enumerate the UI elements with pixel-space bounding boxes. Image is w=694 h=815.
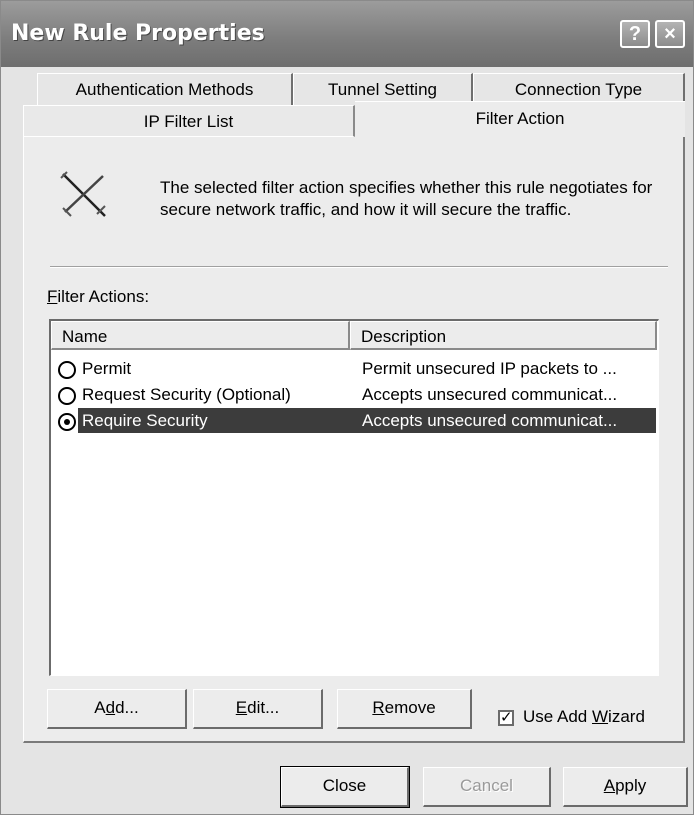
list-item-name: Require Security: [78, 408, 354, 433]
apply-button[interactable]: Apply: [563, 767, 688, 807]
list-item-require-security[interactable]: Require Security Accepts unsecured commu…: [56, 406, 656, 435]
tab-filter-action[interactable]: Filter Action: [355, 101, 685, 139]
column-header-name[interactable]: Name: [51, 321, 350, 350]
radio-permit[interactable]: [58, 361, 76, 379]
window-title: New Rule Properties: [11, 21, 265, 46]
remove-button[interactable]: Remove: [337, 689, 472, 729]
radio-request-security[interactable]: [58, 387, 76, 405]
list-item-description: Accepts unsecured communicat...: [362, 385, 618, 404]
filter-actions-label: Filter Actions:: [47, 287, 150, 306]
filter-actions-list[interactable]: Name Description Permit Permit unsecured…: [49, 319, 659, 676]
title-bar[interactable]: New Rule Properties ? ×: [1, 1, 693, 67]
list-item-name: Permit: [82, 359, 132, 378]
close-button[interactable]: Close: [280, 766, 410, 808]
list-item-permit[interactable]: Permit Permit unsecured IP packets to ..…: [56, 354, 656, 383]
filter-action-icon: [60, 171, 106, 217]
list-item-description: Accepts unsecured communicat...: [354, 408, 656, 433]
help-button[interactable]: ?: [620, 20, 650, 48]
new-rule-properties-dialog: New Rule Properties ? × Authentication M…: [0, 0, 694, 815]
cancel-button[interactable]: Cancel: [423, 767, 551, 807]
list-item-request-security[interactable]: Request Security (Optional) Accepts unse…: [56, 380, 656, 409]
tab-authentication-methods[interactable]: Authentication Methods: [37, 73, 293, 105]
filter-action-page: The selected filter action specifies whe…: [23, 137, 685, 743]
radio-require-security[interactable]: [58, 413, 76, 431]
close-window-button[interactable]: ×: [655, 20, 685, 48]
info-description: The selected filter action specifies whe…: [160, 178, 653, 219]
add-button[interactable]: Add...: [47, 689, 187, 729]
edit-button[interactable]: Edit...: [193, 689, 323, 729]
list-item-description: Permit unsecured IP packets to ...: [362, 359, 617, 378]
separator: [50, 266, 668, 268]
column-header-description[interactable]: Description: [350, 321, 657, 350]
use-add-wizard-label: Use Add Wizard: [523, 707, 645, 726]
list-item-name: Request Security (Optional): [82, 385, 291, 404]
tab-ip-filter-list[interactable]: IP Filter List: [23, 105, 355, 137]
use-add-wizard-checkbox[interactable]: ✓: [498, 710, 514, 726]
